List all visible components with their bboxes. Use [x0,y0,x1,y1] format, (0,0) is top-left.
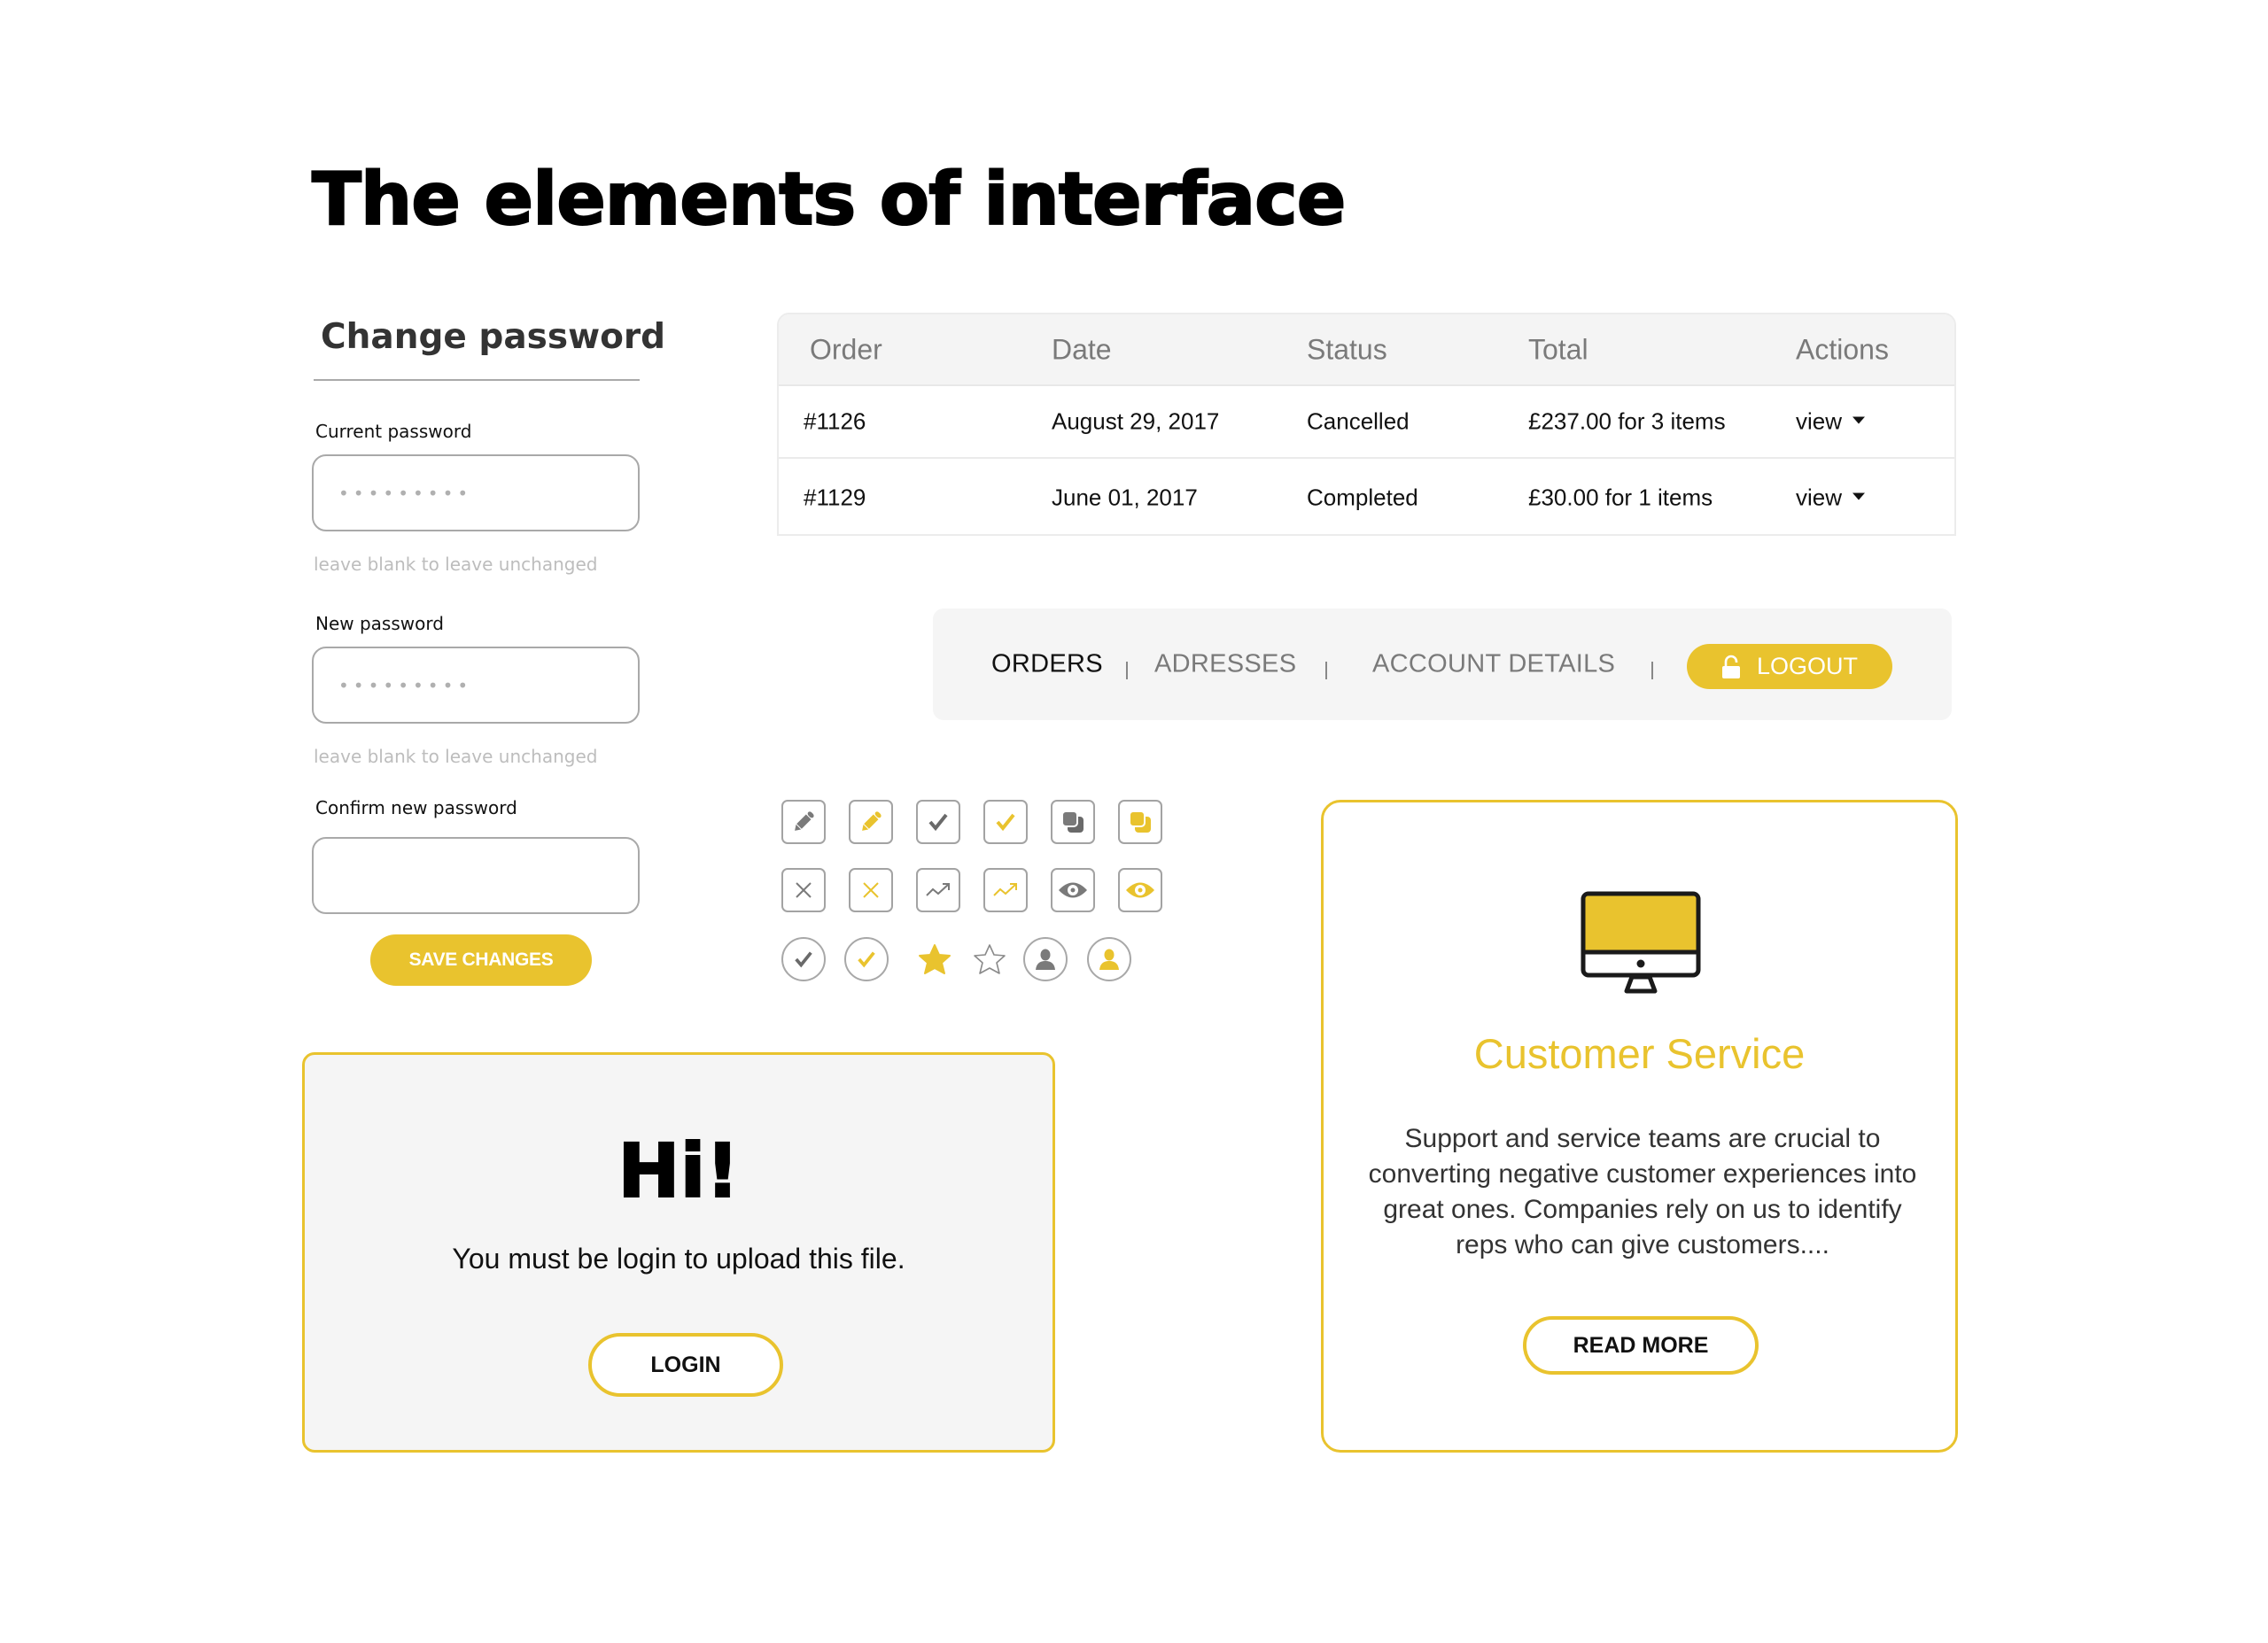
column-header-order: Order [810,333,882,365]
table-row: #1129 June 01, 2017 Completed £30.00 for… [779,459,1954,534]
nav-separator [1325,662,1327,679]
user-circle-accent[interactable] [1087,937,1131,981]
confirm-password-field[interactable] [312,837,640,914]
column-header-date: Date [1052,333,1112,365]
star-filled-icon [919,944,951,974]
table-header: Order Date Status Total Actions [779,314,1954,386]
check-button-accent[interactable] [983,800,1028,844]
check-icon [928,813,948,832]
login-required-card: Hi! You must be login to upload this fil… [302,1052,1055,1453]
close-icon [863,882,879,898]
view-button-accent[interactable] [1118,868,1162,912]
customer-service-card: Customer Service Support and service tea… [1321,800,1958,1453]
star-outline-icon [974,944,1006,974]
monitor-icon [1581,891,1701,994]
user-icon [1099,949,1119,970]
orders-table: Order Date Status Total Actions #1126 Au… [777,313,1956,536]
view-label: view [1796,407,1843,435]
caret-down-icon [1852,416,1866,424]
view-dropdown[interactable]: view [1796,484,1866,511]
rating-star-filled[interactable] [913,937,957,981]
close-icon [796,882,812,898]
eye-icon [1059,882,1087,898]
new-password-label: New password [315,613,444,634]
logout-label: LOGOUT [1756,653,1858,679]
view-button-gray[interactable] [1051,868,1095,912]
copy-icon [1129,810,1151,833]
table-row: #1126 August 29, 2017 Cancelled £237.00 … [779,386,1954,459]
check-button-gray[interactable] [916,800,960,844]
check-circle-accent[interactable] [844,937,889,981]
new-password-hint: leave blank to leave unchanged [314,746,598,767]
confirm-password-label: Confirm new password [315,797,517,818]
nav-item-addresses[interactable]: ADRESSES [1154,650,1296,679]
eye-icon [1126,882,1154,898]
view-label: view [1796,484,1843,510]
column-header-actions: Actions [1796,333,1889,365]
copy-button-gray[interactable] [1051,800,1095,844]
order-date: August 29, 2017 [1052,407,1220,435]
column-header-status: Status [1307,333,1387,365]
order-date: June 01, 2017 [1052,484,1198,510]
logout-button[interactable]: LOGOUT [1687,644,1892,689]
login-button[interactable]: LOGIN [588,1333,783,1397]
copy-button-accent[interactable] [1118,800,1162,844]
account-nav: ORDERS ADRESSES ACCOUNT DETAILS LOGOUT [933,608,1952,720]
divider [314,379,640,381]
close-button-accent[interactable] [849,868,893,912]
page-title: The elements of interface [311,157,1347,243]
nav-separator [1126,662,1128,679]
read-more-button[interactable]: READ MORE [1523,1316,1759,1375]
pencil-icon [795,811,814,831]
user-icon [1036,949,1055,970]
trending-up-icon [926,883,950,896]
order-total: £237.00 for 3 items [1528,407,1726,435]
pencil-icon [862,811,882,831]
current-password-field[interactable]: ••••••••• [312,454,640,531]
current-password-hint: leave blank to leave unchanged [314,554,598,575]
user-circle-gray[interactable] [1023,937,1068,981]
order-number[interactable]: #1126 [804,408,866,436]
caret-down-icon [1852,492,1866,500]
trending-up-icon [993,883,1017,896]
change-password-title: Change password [321,317,666,357]
trend-button-gray[interactable] [916,868,960,912]
edit-button-accent[interactable] [849,800,893,844]
service-card-title: Customer Service [1473,1030,1806,1077]
close-button-gray[interactable] [781,868,826,912]
order-status: Cancelled [1307,407,1410,435]
check-icon [858,951,875,968]
nav-item-account-details[interactable]: ACCOUNT DETAILS [1372,650,1615,679]
greeting-title: Hi! [617,1127,740,1215]
lock-icon [1721,655,1740,678]
order-status: Completed [1307,484,1418,510]
current-password-value: ••••••••• [338,483,473,504]
save-changes-button[interactable]: SAVE CHANGES [370,934,592,986]
rating-star-empty[interactable] [967,937,1012,981]
view-dropdown[interactable]: view [1796,407,1866,436]
service-card-text: Support and service teams are crucial to… [1368,1124,1917,1259]
check-icon [996,813,1015,832]
nav-separator [1651,662,1653,679]
copy-icon [1061,810,1084,833]
login-message: You must be login to upload this file. [452,1243,905,1275]
new-password-value: ••••••••• [338,675,473,696]
edit-button-gray[interactable] [781,800,826,844]
check-circle-gray[interactable] [781,937,826,981]
order-total: £30.00 for 1 items [1528,484,1713,510]
trend-button-accent[interactable] [983,868,1028,912]
nav-item-orders[interactable]: ORDERS [991,650,1103,679]
check-icon [795,951,812,968]
order-number[interactable]: #1129 [804,484,866,511]
column-header-total: Total [1528,333,1588,365]
current-password-label: Current password [315,421,472,442]
new-password-field[interactable]: ••••••••• [312,647,640,724]
